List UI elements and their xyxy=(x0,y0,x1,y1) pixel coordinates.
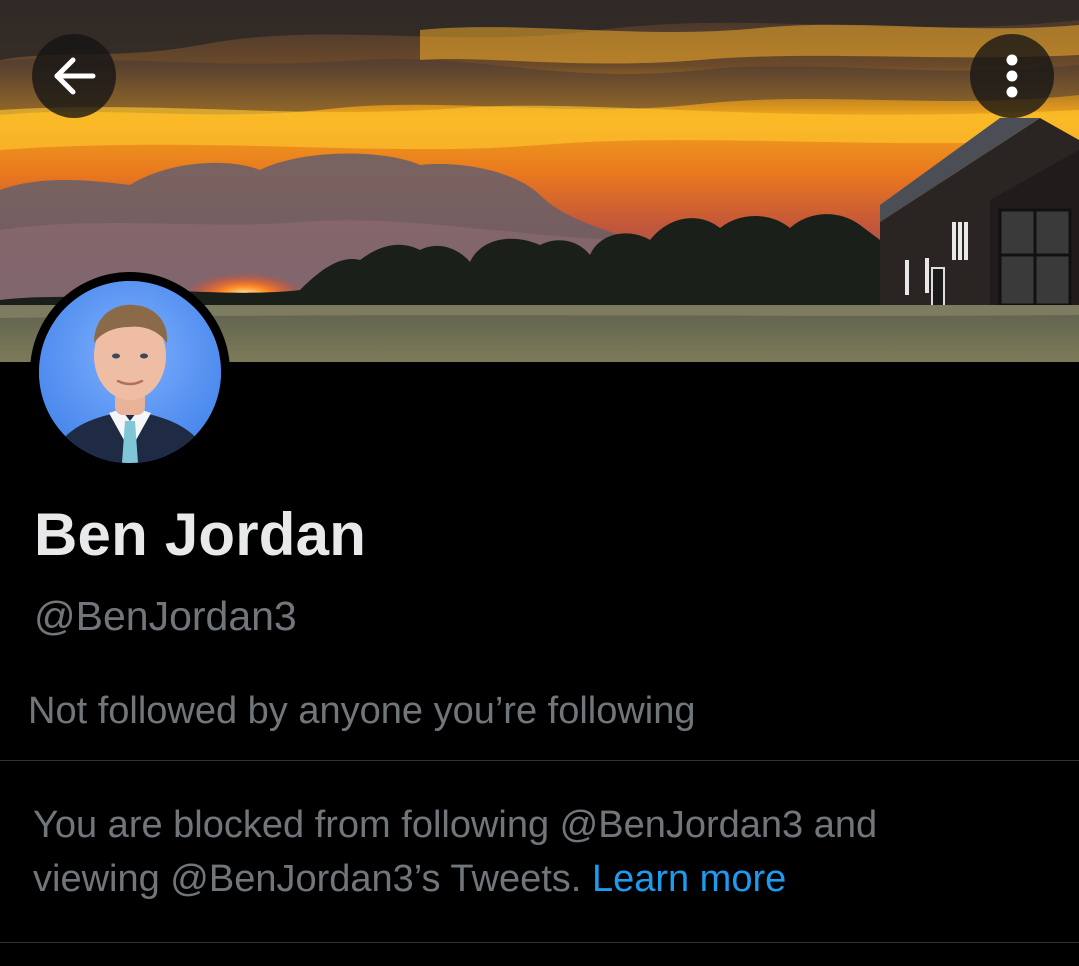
arrow-left-icon xyxy=(54,57,96,95)
more-options-button[interactable] xyxy=(970,34,1054,118)
avatar-photo xyxy=(39,281,221,463)
divider xyxy=(0,942,1079,943)
blocked-notice-text: viewing @BenJordan3’s Tweets. xyxy=(33,858,592,900)
divider xyxy=(0,760,1079,761)
blocked-notice: You are blocked from following @BenJorda… xyxy=(33,798,1053,906)
user-handle: @BenJordan3 xyxy=(34,593,297,639)
display-name: Ben Jordan xyxy=(34,501,367,568)
followers-you-know[interactable]: Not followed by anyone you’re following xyxy=(28,690,696,733)
learn-more-link[interactable]: Learn more xyxy=(592,858,786,900)
blocked-notice-line-2: viewing @BenJordan3’s Tweets. Learn more xyxy=(33,852,1053,906)
back-button[interactable] xyxy=(32,34,116,118)
blocked-notice-line-1: You are blocked from following @BenJorda… xyxy=(33,804,878,846)
profile-avatar[interactable] xyxy=(30,272,230,472)
vertical-ellipsis-icon xyxy=(1006,54,1018,98)
